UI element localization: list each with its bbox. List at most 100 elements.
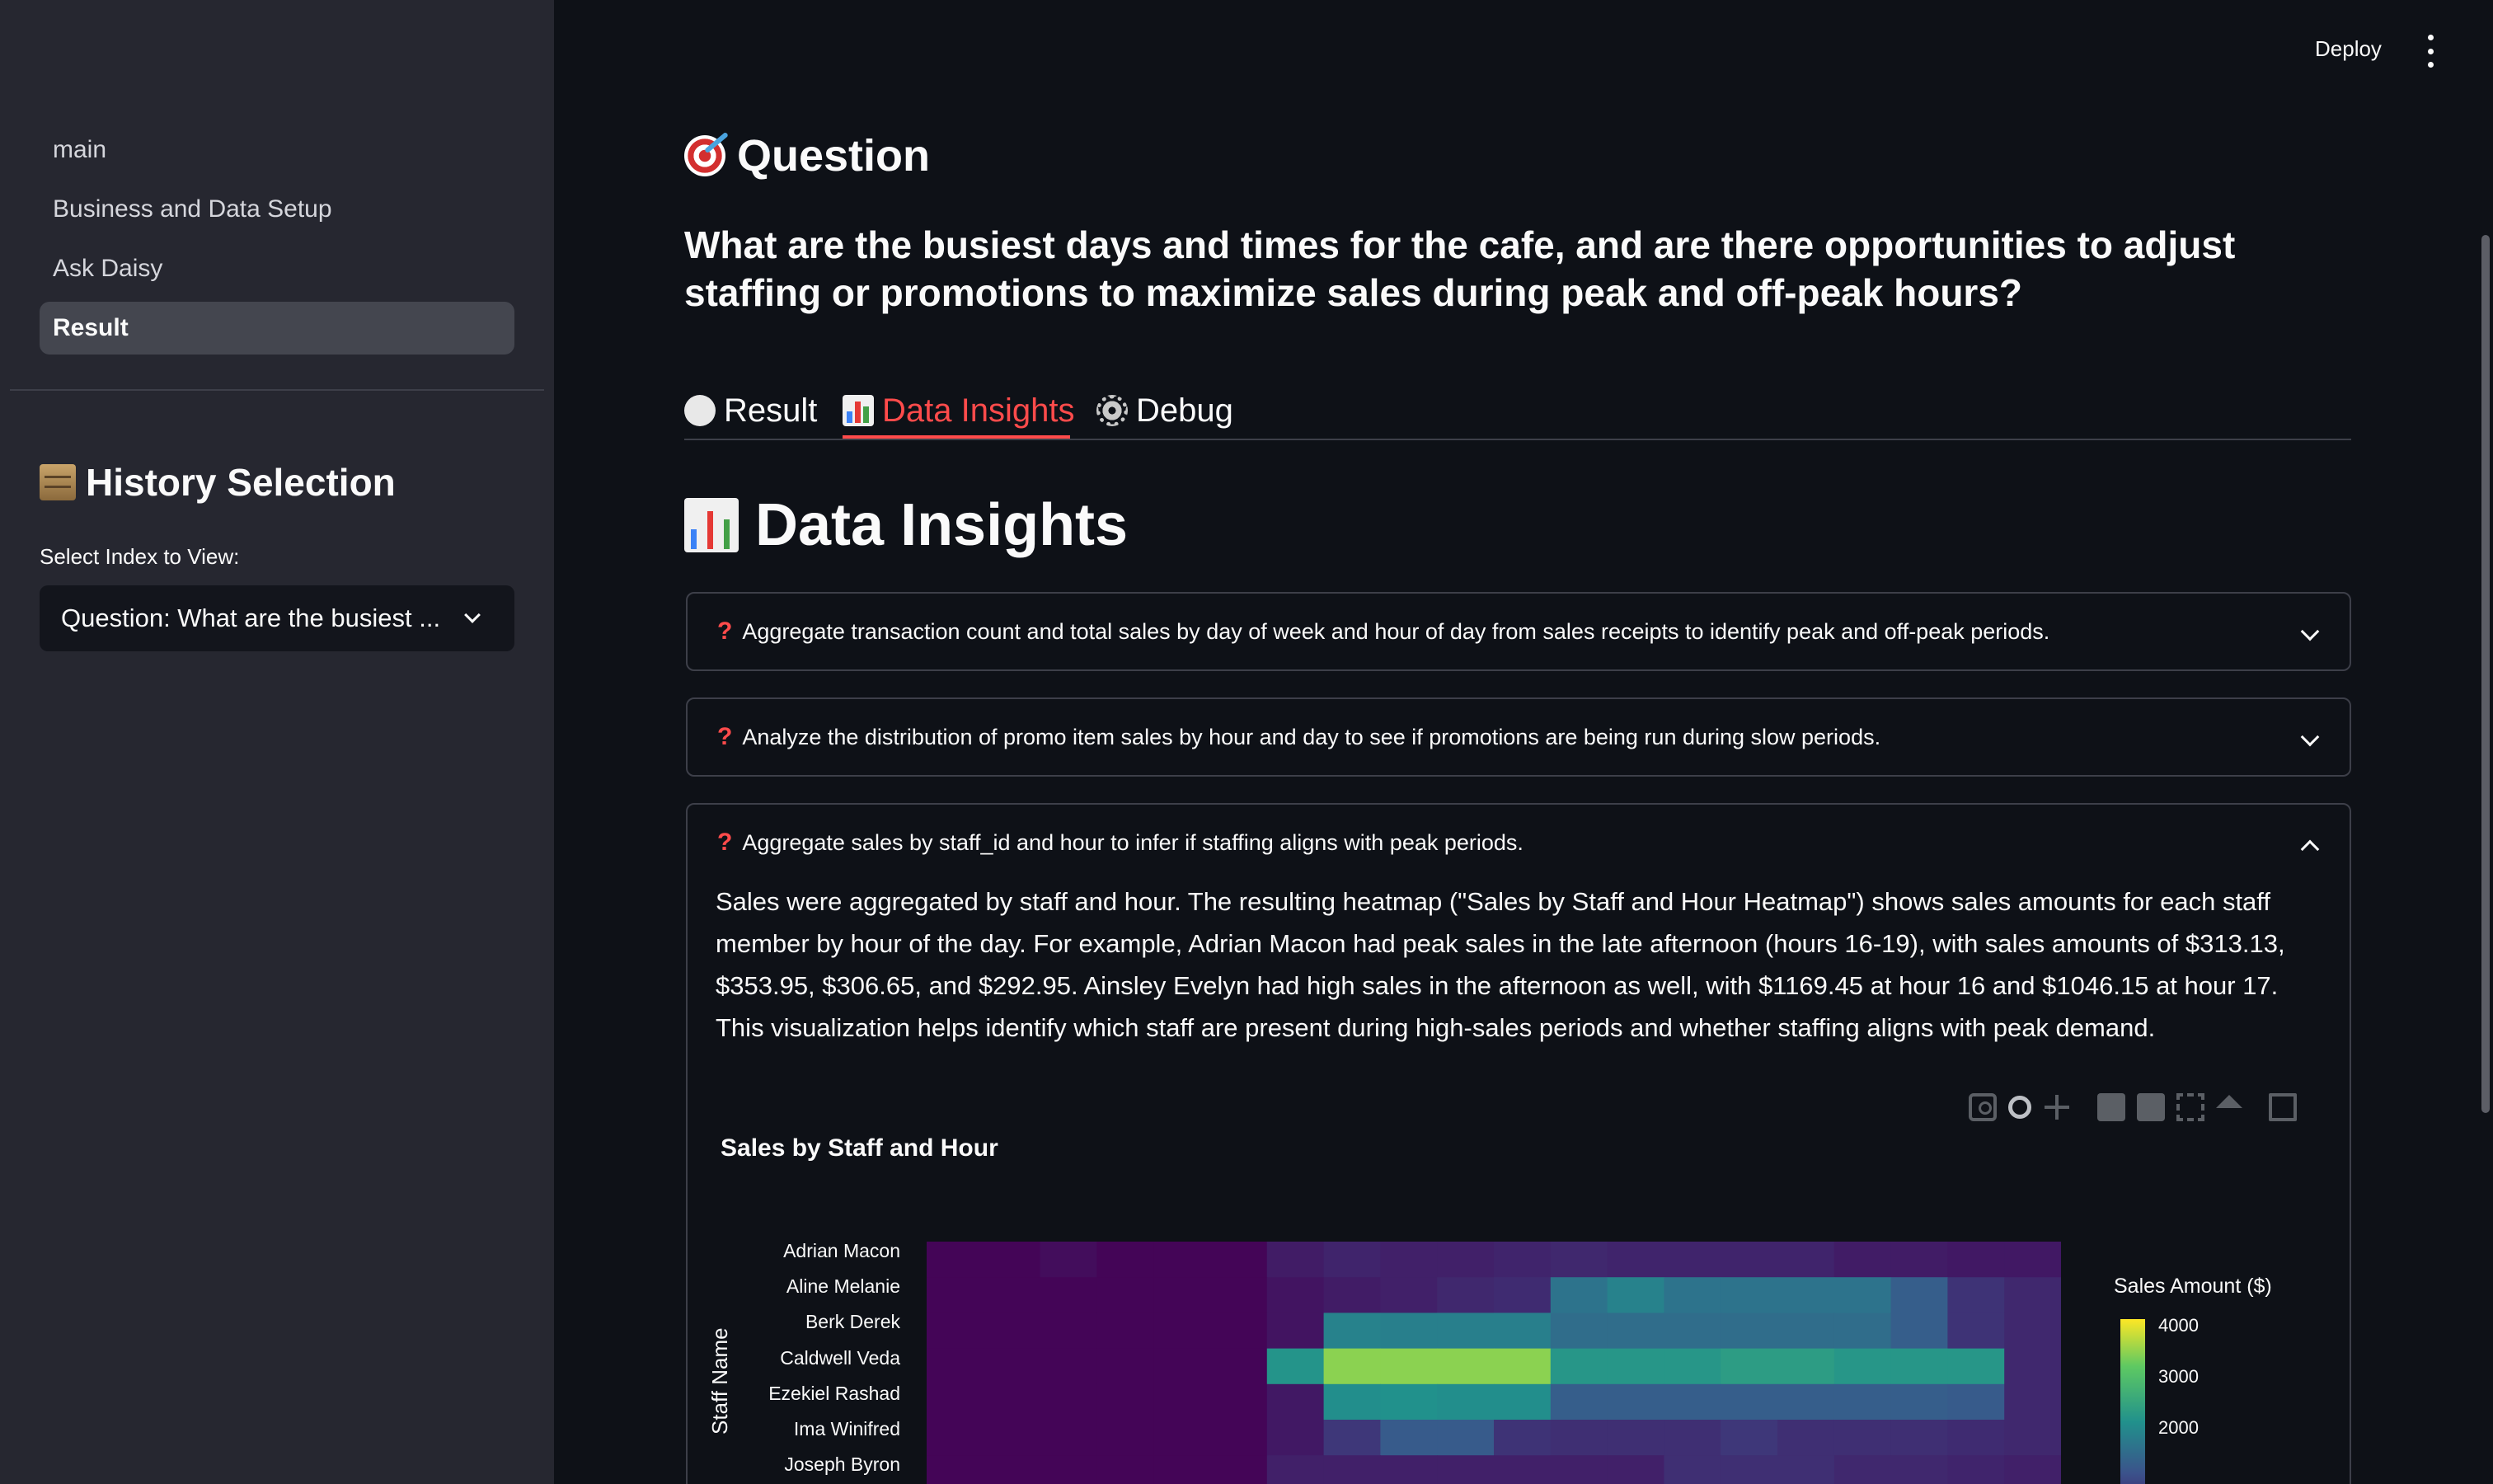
heatmap-cell[interactable] (927, 1348, 984, 1385)
autoscale-icon[interactable] (2176, 1093, 2204, 1121)
heatmap-cell[interactable] (1664, 1455, 1721, 1484)
heatmap-cell[interactable] (1437, 1420, 1495, 1456)
heatmap-cell[interactable] (2004, 1383, 2061, 1421)
heatmap-cell[interactable] (1266, 1455, 1325, 1484)
heatmap-cell[interactable] (1494, 1348, 1552, 1385)
heatmap-cell[interactable] (1721, 1420, 1778, 1456)
heatmap-cell[interactable] (1153, 1242, 1211, 1278)
expander-2[interactable]: ? Analyze the distribution of promo item… (686, 697, 2351, 777)
heatmap-cell[interactable] (1607, 1455, 1664, 1484)
heatmap-cell[interactable] (1096, 1242, 1154, 1278)
main-scrollbar[interactable] (2481, 235, 2490, 1113)
heatmap-cell[interactable] (1494, 1383, 1552, 1421)
heatmap-cell[interactable] (1494, 1242, 1552, 1278)
deploy-button[interactable]: Deploy (2315, 36, 2382, 62)
tab-debug[interactable]: Debug (1096, 384, 1233, 437)
heatmap-cell[interactable] (1890, 1348, 1948, 1385)
heatmap-plot[interactable] (927, 1242, 2061, 1484)
heatmap-cell[interactable] (1494, 1313, 1552, 1350)
heatmap-cell[interactable] (1266, 1348, 1325, 1385)
heatmap-cell[interactable] (1153, 1455, 1211, 1484)
heatmap-cell[interactable] (1210, 1348, 1268, 1385)
heatmap-cell[interactable] (1721, 1242, 1778, 1278)
heatmap-cell[interactable] (1040, 1383, 1097, 1421)
heatmap-cell[interactable] (1721, 1383, 1778, 1421)
heatmap-cell[interactable] (927, 1455, 984, 1484)
heatmap-cell[interactable] (1266, 1420, 1325, 1456)
heatmap-cell[interactable] (1210, 1420, 1268, 1456)
heatmap-cell[interactable] (1607, 1277, 1664, 1313)
heatmap-cell[interactable] (1947, 1313, 2005, 1350)
heatmap-cell[interactable] (983, 1455, 1041, 1484)
heatmap-cell[interactable] (983, 1277, 1041, 1313)
heatmap-cell[interactable] (1607, 1313, 1664, 1350)
heatmap-cell[interactable] (1153, 1313, 1211, 1350)
heatmap-cell[interactable] (1947, 1383, 2005, 1421)
heatmap-cell[interactable] (1947, 1242, 2005, 1278)
heatmap-cell[interactable] (1833, 1455, 1892, 1484)
heatmap-cell[interactable] (1777, 1455, 1835, 1484)
heatmap-cell[interactable] (1153, 1420, 1211, 1456)
heatmap-cell[interactable] (2004, 1420, 2061, 1456)
heatmap-cell[interactable] (1210, 1455, 1268, 1484)
heatmap-cell[interactable] (1040, 1242, 1097, 1278)
heatmap-cell[interactable] (983, 1348, 1041, 1385)
heatmap-cell[interactable] (1833, 1242, 1892, 1278)
heatmap-cell[interactable] (1437, 1348, 1495, 1385)
heatmap-cell[interactable] (1777, 1420, 1835, 1456)
heatmap-cell[interactable] (1890, 1242, 1948, 1278)
heatmap-cell[interactable] (1437, 1277, 1495, 1313)
heatmap-cell[interactable] (927, 1277, 984, 1313)
heatmap-cell[interactable] (1323, 1383, 1381, 1421)
heatmap-cell[interactable] (1096, 1420, 1154, 1456)
heatmap-cell[interactable] (1323, 1455, 1381, 1484)
heatmap-cell[interactable] (1153, 1277, 1211, 1313)
heatmap-cell[interactable] (1210, 1383, 1268, 1421)
heatmap-cell[interactable] (1040, 1455, 1097, 1484)
heatmap-cell[interactable] (1777, 1242, 1835, 1278)
heatmap-cell[interactable] (1323, 1277, 1381, 1313)
tab-result[interactable]: Result (684, 384, 817, 437)
heatmap-cell[interactable] (1721, 1348, 1778, 1385)
heatmap-cell[interactable] (1721, 1455, 1778, 1484)
heatmap-cell[interactable] (1550, 1383, 1608, 1421)
heatmap-cell[interactable] (927, 1420, 984, 1456)
camera-icon[interactable] (1969, 1093, 1997, 1121)
heatmap-cell[interactable] (1266, 1383, 1325, 1421)
heatmap-cell[interactable] (1040, 1420, 1097, 1456)
heatmap-cell[interactable] (1664, 1383, 1721, 1421)
heatmap-cell[interactable] (1721, 1313, 1778, 1350)
heatmap-cell[interactable] (1380, 1313, 1438, 1350)
heatmap-cell[interactable] (1721, 1277, 1778, 1313)
heatmap-cell[interactable] (1890, 1455, 1948, 1484)
heatmap-cell[interactable] (1210, 1277, 1268, 1313)
nav-item-result[interactable]: Result (40, 302, 514, 355)
heatmap-cell[interactable] (1380, 1277, 1438, 1313)
heatmap-cell[interactable] (2004, 1242, 2061, 1278)
heatmap-cell[interactable] (1380, 1242, 1438, 1278)
expander-1[interactable]: ? Aggregate transaction count and total … (686, 592, 2351, 671)
heatmap-cell[interactable] (927, 1383, 984, 1421)
history-select[interactable]: Question: What are the busiest ... (40, 585, 514, 651)
heatmap-cell[interactable] (1833, 1313, 1892, 1350)
heatmap-cell[interactable] (1153, 1348, 1211, 1385)
tab-data-insights[interactable]: Data Insights (843, 384, 1074, 437)
heatmap-cell[interactable] (1664, 1277, 1721, 1313)
heatmap-cell[interactable] (1323, 1348, 1381, 1385)
heatmap-cell[interactable] (1380, 1383, 1438, 1421)
zoom-out-icon[interactable] (2137, 1093, 2165, 1121)
heatmap-cell[interactable] (1494, 1277, 1552, 1313)
heatmap-cell[interactable] (1266, 1242, 1325, 1278)
heatmap-cell[interactable] (1437, 1313, 1495, 1350)
heatmap-cell[interactable] (1096, 1455, 1154, 1484)
heatmap-cell[interactable] (1947, 1277, 2005, 1313)
heatmap-cell[interactable] (1607, 1348, 1664, 1385)
fullscreen-icon[interactable] (2269, 1093, 2297, 1121)
heatmap-cell[interactable] (1210, 1313, 1268, 1350)
heatmap-cell[interactable] (1323, 1420, 1381, 1456)
pan-icon[interactable] (2043, 1093, 2071, 1121)
heatmap-cell[interactable] (1550, 1313, 1608, 1350)
heatmap-cell[interactable] (1266, 1277, 1325, 1313)
heatmap-cell[interactable] (1323, 1242, 1381, 1278)
expander-2-header[interactable]: ? Analyze the distribution of promo item… (688, 699, 2350, 775)
